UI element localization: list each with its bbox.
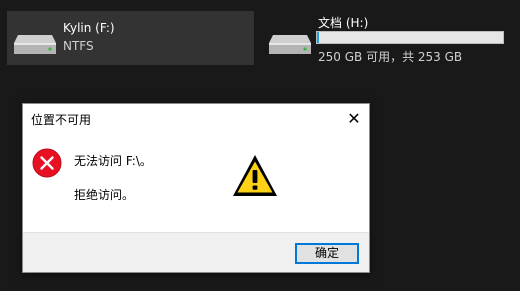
drive-h-usage-text: 250 GB 可用，共 253 GB xyxy=(318,50,463,64)
close-button[interactable]: ✕ xyxy=(339,104,369,134)
dialog-body: 无法访问 F:\。 拒绝访问。 xyxy=(23,134,369,232)
drive-f-filesystem: NTFS xyxy=(63,39,94,53)
drive-h-name: 文档 (H:) xyxy=(318,16,369,30)
warning-icon xyxy=(233,155,277,196)
ok-button[interactable]: 确定 xyxy=(295,243,359,264)
location-unavailable-dialog: 位置不可用 ✕ 无法访问 F:\。 拒绝访问。 确定 xyxy=(22,103,370,273)
drive-h-usage-bar xyxy=(316,31,504,44)
drive-f-name: Kylin (F:) xyxy=(63,21,115,35)
error-message-reason: 拒绝访问。 xyxy=(74,188,135,202)
error-icon xyxy=(32,148,62,178)
dialog-footer: 确定 xyxy=(23,232,369,272)
drive-f-tile[interactable]: Kylin (F:) NTFS xyxy=(7,11,254,65)
drive-h-usage-bar-fill xyxy=(317,32,320,43)
drive-h-tile[interactable]: 文档 (H:) 250 GB 可用，共 253 GB xyxy=(262,11,512,65)
dialog-title: 位置不可用 xyxy=(31,113,92,127)
dialog-titlebar: 位置不可用 ✕ xyxy=(23,104,369,134)
hard-drive-icon xyxy=(14,35,56,54)
hard-drive-icon xyxy=(269,35,311,54)
close-icon: ✕ xyxy=(347,109,361,128)
error-message-path: 无法访问 F:\。 xyxy=(74,154,152,168)
